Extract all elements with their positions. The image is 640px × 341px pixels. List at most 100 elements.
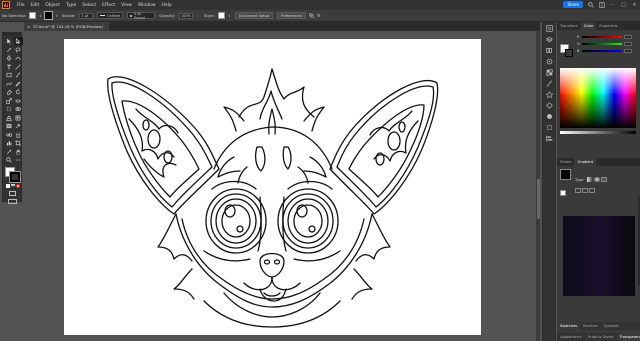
menu-file[interactable]: File [14,3,28,8]
menu-view[interactable]: View [118,3,135,8]
appearance-panel-icon[interactable] [545,112,555,121]
tab-gradient[interactable]: Gradient [574,158,597,166]
search-icon[interactable] [587,1,594,8]
symbols-panel-icon[interactable] [545,90,555,99]
blue-value-field[interactable] [624,48,632,53]
menu-window[interactable]: Window [135,3,159,8]
libraries-panel-icon[interactable] [545,46,555,55]
free-transform-icon[interactable] [4,105,13,113]
drawing-mode-icon[interactable] [8,191,16,196]
color-spectrum[interactable] [560,68,636,128]
direct-selection-tool-icon[interactable] [13,37,23,45]
brushes-panel-icon[interactable] [545,79,555,88]
stroke-color-swatch[interactable] [9,171,21,183]
menu-select[interactable]: Select [79,3,99,8]
canvas-area[interactable] [24,31,540,341]
menu-edit[interactable]: Edit [28,3,43,8]
curvature-tool-icon[interactable] [14,54,23,62]
hand-tool-icon[interactable] [14,148,23,156]
gradient-thumbnail[interactable] [560,169,571,180]
lasso-icon[interactable] [14,46,23,54]
linear-gradient-icon[interactable] [587,177,593,182]
chevron-down-icon[interactable]: ▾ [37,12,44,19]
close-tab-icon[interactable]: × [27,24,30,29]
mesh-tool-icon[interactable] [14,114,23,122]
gradient-preview-area[interactable] [563,216,635,296]
properties-panel-icon[interactable] [545,24,555,33]
line-tool-icon[interactable] [14,63,23,71]
tab-appearance[interactable]: Appearance [557,333,585,341]
slider-green[interactable]: G [557,40,640,47]
workspace-icon[interactable] [598,1,605,8]
arrange-icon[interactable] [308,12,315,19]
shape-builder-icon[interactable] [14,105,23,113]
color-panel-stroke-swatch[interactable] [565,49,573,57]
gradient-fill-swatch-small[interactable] [560,190,566,196]
menu-object[interactable]: Object [42,3,63,8]
align-panel-icon[interactable] [545,134,555,143]
blend-tool-icon[interactable] [4,131,13,139]
slider-red[interactable]: R [557,33,640,40]
tab-color[interactable]: Color [580,22,597,30]
symbol-sprayer-icon[interactable] [14,131,23,139]
opacity-field[interactable]: 100% [179,12,193,19]
screen-mode-icon[interactable] [7,199,17,204]
menu-help[interactable]: Help [159,3,175,8]
artboard-tool-icon[interactable] [14,139,23,147]
slice-tool-icon[interactable] [4,148,13,156]
edit-toolbar-icon[interactable] [14,156,23,164]
tab-properties[interactable]: Properties [596,22,620,30]
stroke-weight-field[interactable]: 1 pt [79,12,94,19]
close-icon[interactable]: × [631,1,638,8]
selection-tool-icon[interactable] [4,37,13,45]
gradient-tool-icon[interactable] [4,122,13,130]
red-slider-track[interactable] [582,35,622,38]
perspective-grid-icon[interactable] [4,114,13,122]
eraser-icon[interactable] [4,88,13,96]
graphic-styles-icon[interactable] [545,101,555,110]
paintbrush-icon[interactable] [14,71,23,79]
scale-tool-icon[interactable] [4,97,13,105]
radial-gradient-icon[interactable] [594,177,600,182]
transform-panel-icon[interactable] [545,123,555,132]
minimize-icon[interactable]: – [609,1,616,8]
swatches-panel-icon[interactable] [545,68,555,77]
stroke-option-2[interactable] [582,188,588,193]
pencil-icon[interactable] [14,80,23,88]
tab-brushes[interactable]: Brushes [580,322,600,330]
chevron-down-icon[interactable]: ▾ [226,12,233,19]
document-tab[interactable]: × ST.Ad.ai* @ 104.16 % (RGB/Preview) [24,22,109,31]
green-value-field[interactable] [624,41,632,46]
brush-dropdown[interactable]: 5 pt. Round [127,12,156,20]
tab-graphic-styles[interactable]: Graphic Styles [585,333,617,341]
preferences-button[interactable]: Preferences [277,12,307,19]
tab-swatches[interactable]: Swatches [557,322,581,330]
scrollbar-thumb[interactable] [536,179,540,219]
chevron-down-icon[interactable]: ▾ [53,12,60,19]
stroke-profile-dropdown[interactable]: Uniform [97,12,124,19]
tab-stroke[interactable]: Stroke [557,158,574,166]
stroke-option-3[interactable] [589,188,595,193]
vertical-scrollbar[interactable] [536,31,540,341]
grayscale-ramp[interactable] [560,131,636,134]
share-button[interactable]: Share [563,1,583,8]
menu-lines-icon[interactable]: ≡ [315,12,322,19]
layers-panel-icon[interactable] [545,35,555,44]
rotate-tool-icon[interactable] [14,88,23,96]
stroke-option-1[interactable] [575,188,581,193]
tab-symbols[interactable]: Symbols [601,322,622,330]
type-tool-icon[interactable] [4,63,13,71]
red-value-field[interactable] [624,34,632,39]
rectangle-tool-icon[interactable] [4,71,13,79]
blue-slider-track[interactable] [582,49,622,52]
fill-swatch[interactable] [29,12,36,19]
eyedropper-icon[interactable] [14,122,23,130]
width-tool-icon[interactable] [14,97,23,105]
magic-wand-icon[interactable] [4,46,13,54]
tab-transform[interactable]: Transform [557,22,581,30]
stroke-swatch[interactable] [44,11,53,20]
green-slider-track[interactable] [582,42,622,45]
document-setup-button[interactable]: Document Setup [234,12,274,19]
chevron-right-icon[interactable]: › [195,12,202,19]
none-mode-icon[interactable] [16,184,20,188]
